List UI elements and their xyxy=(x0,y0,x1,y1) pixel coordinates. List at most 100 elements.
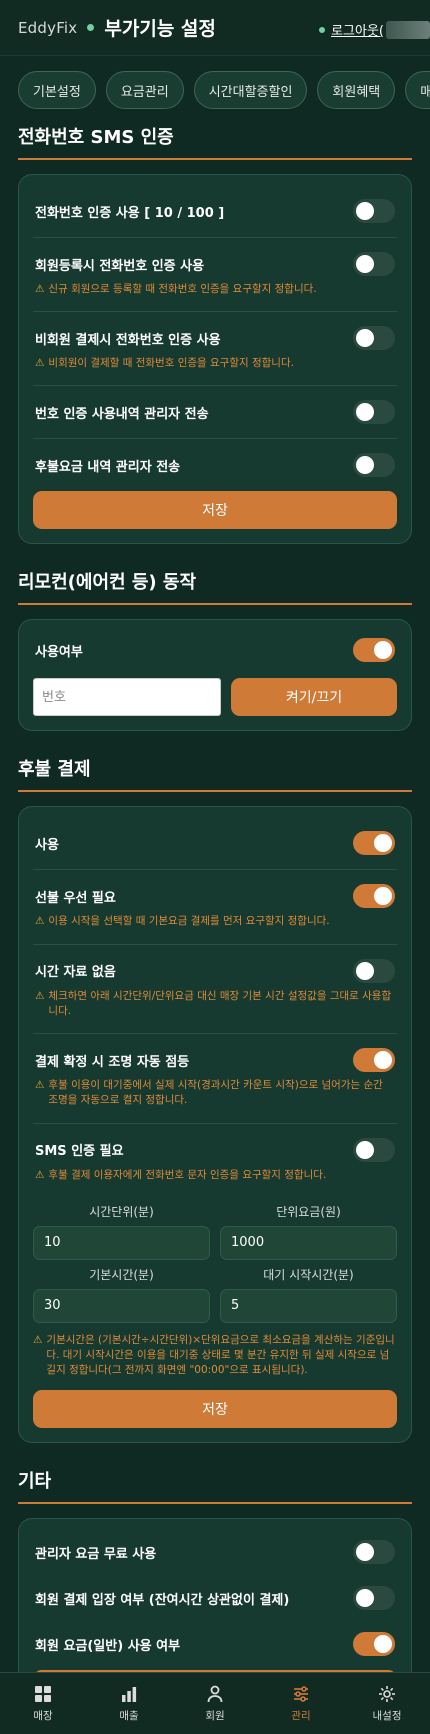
section-title-postpay: 후불 결제 xyxy=(18,745,412,793)
remote-number-input[interactable] xyxy=(33,678,221,717)
setting-row: 후불요금 내역 관리자 전송 xyxy=(33,439,397,491)
setting-row: 번호 인증 사용내역 관리자 전송 xyxy=(33,386,397,440)
remote-card: 사용여부 켜기/끄기 xyxy=(18,619,412,732)
tab-pricing[interactable]: 요금관리 xyxy=(105,71,184,109)
nav-manage[interactable]: 관리 xyxy=(258,1673,344,1734)
brand-name[interactable]: EddyFix xyxy=(18,19,77,37)
warning-message: 후불 결제 이용자에게 전화번호 문자 인증을 요구할지 정합니다. xyxy=(48,1168,327,1181)
warning-text: ⚠ 체크하면 아래 시간단위/단위요금 대신 매장 기본 시간 설정값을 그대로 … xyxy=(35,989,395,1019)
tab-basic[interactable]: 기본설정 xyxy=(18,71,96,109)
warning-icon: ⚠ xyxy=(35,989,45,1002)
nav-sales[interactable]: 매출 xyxy=(86,1673,172,1734)
nav-label: 매출 xyxy=(119,1710,139,1722)
setting-row: 회원 요금(일반) 사용 여부 xyxy=(33,1621,397,1670)
wait-start-input[interactable] xyxy=(220,1288,397,1323)
setting-label: 사용여부 xyxy=(35,644,83,660)
setting-label: 관리자 요금 무료 사용 xyxy=(35,1546,157,1562)
setting-row: 시간 자료 없음 ⚠ 체크하면 아래 시간단위/단위요금 대신 매장 기본 시간 … xyxy=(33,945,397,1035)
setting-row: 결제 확정 시 조명 자동 점등 ⚠ 후불 이용이 대기중에서 실제 시작(경과시… xyxy=(33,1034,397,1124)
postpay-note: ⚠ 기본시간은 (기본시간÷시간단위)×단위요금으로 최소요금을 계산하는 기준입… xyxy=(33,1333,397,1379)
field-label: 대기 시작시간(분) xyxy=(263,1267,354,1282)
member-entry-toggle[interactable] xyxy=(353,1586,395,1611)
setting-label: 결제 확정 시 조명 자동 점등 xyxy=(35,1054,190,1070)
setting-label: 시간 자료 없음 xyxy=(35,965,116,981)
grid-icon xyxy=(33,1684,53,1704)
sms-usage-toggle[interactable] xyxy=(353,199,395,223)
nav-label: 내설정 xyxy=(372,1710,402,1722)
remote-power-button[interactable]: 켜기/끄기 xyxy=(231,678,397,717)
unit-price-input[interactable] xyxy=(220,1225,397,1260)
sms-save-button[interactable]: 저장 xyxy=(33,491,397,530)
base-time-input[interactable] xyxy=(33,1288,210,1323)
setting-label: 선불 우선 필요 xyxy=(35,890,116,906)
sms-card: 전화번호 인증 사용 [ 10 / 100 ] 회원등록시 전화번호 인증 사용… xyxy=(18,174,412,545)
section-title-sms: 전화번호 SMS 인증 xyxy=(18,113,412,160)
section-title-etc: 기타 xyxy=(18,1457,412,1505)
auto-light-toggle[interactable] xyxy=(353,1048,395,1073)
sliders-icon xyxy=(291,1684,311,1704)
tab-timeslot-discount[interactable]: 시간대할증할인 xyxy=(193,71,308,109)
setting-label: 후불요금 내역 관리자 전송 xyxy=(35,459,181,475)
auth-history-send-toggle[interactable] xyxy=(353,400,395,425)
setting-row: 사용여부 xyxy=(33,630,397,670)
bottom-nav: 매장 매출 회원 관리 내설정 xyxy=(0,1672,430,1734)
online-dot xyxy=(319,26,326,33)
warning-text: ⚠ 이용 시작을 선택할 때 기본요금 결제를 먼저 요구할지 정합니다. xyxy=(35,914,395,929)
postpay-sms-auth-toggle[interactable] xyxy=(353,1137,395,1162)
user-icon xyxy=(205,1684,225,1704)
remote-use-toggle[interactable] xyxy=(353,638,395,663)
warning-text: ⚠ 비회원이 결제할 때 전화번호 인증을 요구할지 정합니다. xyxy=(35,356,395,371)
prepay-first-toggle[interactable] xyxy=(353,884,395,909)
postpay-save-button[interactable]: 저장 xyxy=(33,1390,397,1429)
setting-label: SMS 인증 필요 xyxy=(35,1144,124,1160)
bar-chart-icon xyxy=(119,1684,139,1704)
setting-label: 전화번호 인증 사용 [ 10 / 100 ] xyxy=(35,205,225,221)
setting-label: 회원 요금(일반) 사용 여부 xyxy=(35,1638,181,1654)
setting-row: 전화번호 인증 사용 [ 10 / 100 ] xyxy=(33,185,397,238)
setting-row: 관리자 요금 무료 사용 xyxy=(33,1529,397,1575)
admin-free-toggle[interactable] xyxy=(353,1540,395,1565)
warning-icon: ⚠ xyxy=(35,1079,45,1092)
time-unit-input[interactable] xyxy=(33,1225,210,1260)
warning-icon: ⚠ xyxy=(33,1333,43,1346)
nav-my-settings[interactable]: 내설정 xyxy=(344,1673,430,1734)
warning-message: 체크하면 아래 시간단위/단위요금 대신 매장 기본 시간 설정값을 그대로 사… xyxy=(48,989,392,1017)
nav-store[interactable]: 매장 xyxy=(0,1673,86,1734)
masked-username xyxy=(386,20,430,39)
guest-payment-auth-toggle[interactable] xyxy=(353,326,395,351)
base-time-group: 기본시간(분) xyxy=(33,1260,210,1323)
postpay-fields: 시간단위(분) 단위요금(원) 기본시간(분) 대기 시작시간(분) xyxy=(33,1197,397,1323)
nav-members[interactable]: 회원 xyxy=(172,1673,258,1734)
setting-row: 선불 우선 필요 ⚠ 이용 시작을 선택할 때 기본요금 결제를 먼저 요구할지 … xyxy=(33,870,397,945)
tab-member-benefits[interactable]: 회원혜택 xyxy=(317,71,396,109)
status-dot xyxy=(87,24,95,31)
member-fee-toggle[interactable] xyxy=(353,1632,395,1657)
logout-label: 로그아웃( xyxy=(331,24,384,39)
logout-link[interactable]: 로그아웃( xyxy=(319,20,430,39)
postpay-history-send-toggle[interactable] xyxy=(353,453,395,478)
nav-label: 관리 xyxy=(291,1710,311,1722)
field-label: 기본시간(분) xyxy=(89,1267,154,1282)
setting-row: SMS 인증 필요 ⚠ 후불 결제 이용자에게 전화번호 문자 인증을 요구할지 … xyxy=(33,1124,397,1197)
no-time-data-toggle[interactable] xyxy=(353,958,395,983)
member-register-auth-toggle[interactable] xyxy=(353,252,395,276)
tab-store[interactable]: 매장 xyxy=(405,71,430,109)
warning-icon: ⚠ xyxy=(35,915,45,928)
setting-row: 회원등록시 전화번호 인증 사용 ⚠ 신규 회원으로 등록할 때 전화번호 인증을… xyxy=(33,238,397,313)
warning-icon: ⚠ xyxy=(35,283,45,295)
time-unit-group: 시간단위(분) xyxy=(33,1197,210,1260)
postpay-use-toggle[interactable] xyxy=(353,831,395,856)
section-title-remote: 리모컨(에어컨 등) 동작 xyxy=(18,558,412,606)
remote-controls: 켜기/끄기 xyxy=(33,678,397,717)
setting-label: 번호 인증 사용내역 관리자 전송 xyxy=(35,406,209,422)
page-title: 부가기능 설정 xyxy=(104,18,216,40)
nav-label: 회원 xyxy=(205,1710,225,1722)
warning-text: ⚠ 후불 결제 이용자에게 전화번호 문자 인증을 요구할지 정합니다. xyxy=(35,1168,395,1183)
field-label: 단위요금(원) xyxy=(276,1204,341,1219)
setting-row: 사용 xyxy=(33,817,397,871)
postpay-card: 사용 선불 우선 필요 ⚠ 이용 시작을 선택할 때 기본요금 결제를 먼저 요구… xyxy=(18,806,412,1444)
warning-message: 신규 회원으로 등록할 때 전화번호 인증을 요구할지 정합니다. xyxy=(48,283,317,295)
setting-label: 사용 xyxy=(35,837,59,853)
setting-label: 비회원 결제시 전화번호 인증 사용 xyxy=(35,332,221,348)
nav-label: 매장 xyxy=(33,1710,53,1722)
